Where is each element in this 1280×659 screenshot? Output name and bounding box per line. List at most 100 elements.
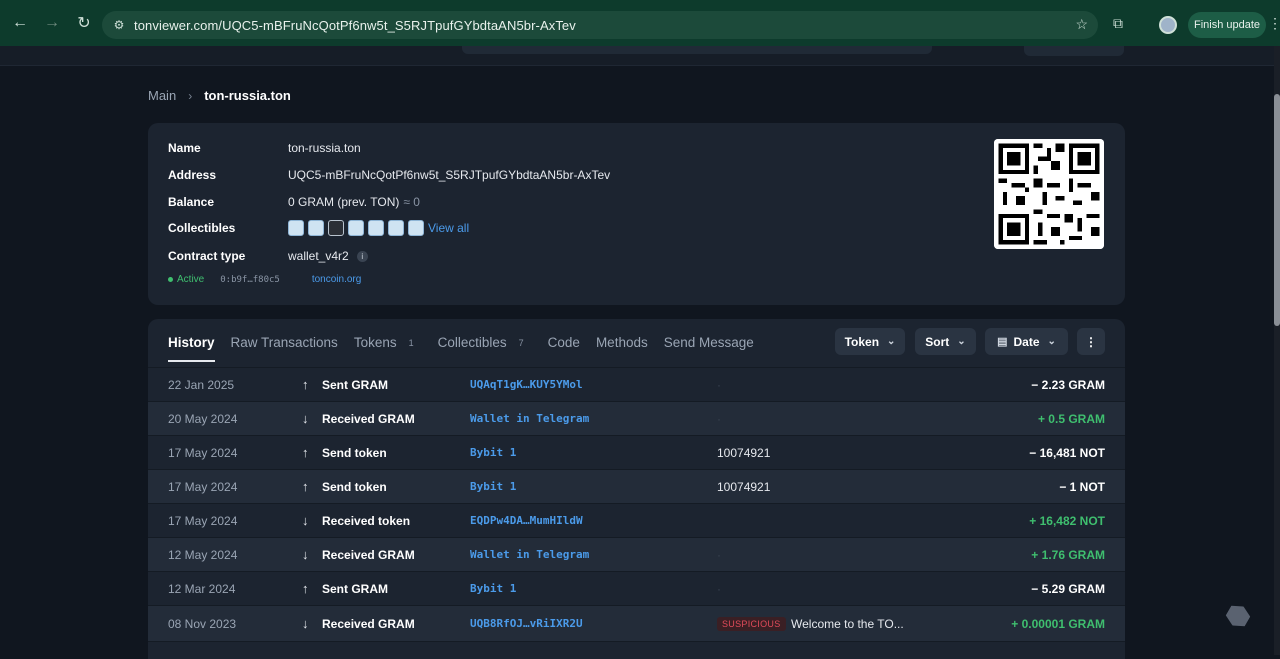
table-row[interactable] [148,641,1125,659]
table-row[interactable]: 12 Mar 2024 ↑ Sent GRAM Bybit 1 · − 5.29… [148,571,1125,605]
sort-label: Sort [925,334,950,349]
search-bar-edge[interactable] [462,46,932,54]
collectible-thumbnail[interactable] [388,220,404,236]
table-row[interactable]: 22 Jan 2025 ↑ Sent GRAM UQAqT1gK…KUY5YMo… [148,367,1125,401]
tab-count: 1 [408,337,414,348]
collectible-thumbnail[interactable] [348,220,364,236]
table-row[interactable]: 17 May 2024 ↑ Send token Bybit 1 1007492… [148,435,1125,469]
tx-address[interactable]: Bybit 1 [470,446,516,459]
name-value[interactable]: ton-russia.ton [288,141,361,155]
qr-code[interactable] [994,139,1104,249]
date-filter-button[interactable]: ▤ Date ⌄ [985,328,1068,355]
arrow-up-icon: ↑ [302,479,309,494]
chevron-down-icon: ⌄ [887,336,896,347]
tx-action: Send token [322,445,387,460]
status-line: Active 0:b9f…f80c5 toncoin.org [168,274,361,285]
browser-menu-icon[interactable]: ⋮ [1268,15,1280,32]
arrow-up-icon: ↑ [302,581,309,596]
tx-amount: − 2.23 GRAM [1031,377,1105,392]
tx-empty-comment: · [717,411,721,426]
tab-code[interactable]: Code [548,335,580,350]
tx-comment: Welcome to the TO... [791,616,904,631]
back-icon[interactable]: ← [6,9,34,37]
tx-address[interactable]: Bybit 1 [470,480,516,493]
url-text[interactable]: tonviewer.com/UQC5-mBFruNcQotPf6nw5t_S5R… [134,18,576,33]
toncoin-link[interactable]: toncoin.org [312,274,361,285]
tx-date: 17 May 2024 [168,479,238,494]
tx-date: 08 Nov 2023 [168,616,237,631]
collectibles-row: Collectibles View all [168,220,469,236]
table-row[interactable]: 20 May 2024 ↓ Received GRAM Wallet in Te… [148,401,1125,435]
header-button-edge[interactable] [1024,46,1124,56]
collectible-thumbnail[interactable] [308,220,324,236]
tab-tokens[interactable]: Tokens 1 [354,335,414,350]
tab-label: Code [547,335,580,350]
tx-address[interactable]: EQDPw4DA…MumHIldW [470,514,583,527]
tx-amount: + 1.76 GRAM [1031,547,1105,562]
table-row[interactable]: 17 May 2024 ↓ Received token EQDPw4DA…Mu… [148,503,1125,537]
tx-action: Sent GRAM [322,377,388,392]
tab-bar: History Raw Transactions Tokens 1 Collect… [168,335,770,362]
name-row: Name ton-russia.ton [168,141,361,155]
profile-avatar[interactable] [1159,16,1177,34]
balance-value: 0 GRAM (prev. TON) [288,195,400,209]
address-row: Address UQC5-mBFruNcQotPf6nw5t_S5RJTpufG… [168,168,610,182]
tab-collectibles[interactable]: Collectibles 7 [438,335,524,350]
info-icon[interactable]: i [356,250,368,262]
tx-action: Received token [322,513,411,528]
arrow-up-icon: ↑ [302,445,309,460]
more-options-button[interactable]: ⋮ [1077,328,1105,355]
tx-action: Sent GRAM [322,581,388,596]
collectibles-label: Collectibles [168,221,236,235]
table-row[interactable]: 08 Nov 2023 ↓ Received GRAM UQB8RfOJ…vRi… [148,605,1125,641]
collectible-thumbnail[interactable] [368,220,384,236]
token-filter-button[interactable]: Token ⌄ [835,328,905,355]
table-row[interactable]: 12 May 2024 ↓ Received GRAM Wallet in Te… [148,537,1125,571]
collectible-thumbnail[interactable] [408,220,424,236]
account-card: Name ton-russia.ton Address UQC5-mBFruNc… [148,123,1125,305]
table-row[interactable]: 17 May 2024 ↑ Send token Bybit 1 1007492… [148,469,1125,503]
extensions-icon[interactable]: ⧉ [1113,15,1131,33]
tab-send-message[interactable]: Send Message [664,335,754,350]
status-badge: Active [177,274,205,285]
tx-action: Received GRAM [322,411,415,426]
tab-label: Send Message [663,335,754,350]
address-label: Address [168,168,217,182]
tx-comment: 10074921 [717,479,771,494]
floating-cube-icon[interactable] [1223,601,1253,631]
tab-history[interactable]: History [168,335,215,362]
tx-empty-comment: · [717,377,721,392]
balance-approx: ≈ 0 [403,195,420,209]
bookmark-star-icon[interactable]: ☆ [1075,16,1088,33]
tab-raw-transactions[interactable]: Raw Transactions [231,335,338,350]
balance-label: Balance [168,195,215,209]
scrollbar-thumb[interactable] [1274,94,1280,326]
address-value[interactable]: UQC5-mBFruNcQotPf6nw5t_S5RJTpufGYbdtaAN5… [288,168,610,182]
sort-button[interactable]: Sort ⌄ [915,328,976,355]
forward-icon[interactable]: → [38,9,66,37]
tx-date: 22 Jan 2025 [168,377,235,392]
tx-action: Send token [322,479,387,494]
tx-address[interactable]: UQB8RfOJ…vRiIXR2U [470,617,583,630]
token-filter-label: Token [844,334,880,349]
reload-icon[interactable]: ↻ [70,9,98,37]
tx-address[interactable]: Bybit 1 [470,582,516,595]
tx-address[interactable]: UQAqT1gK…KUY5YMol [470,378,583,391]
suspicious-badge: SUSPICIOUS [717,616,786,631]
raw-address[interactable]: 0:b9f…f80c5 [220,275,280,285]
tx-address[interactable]: Wallet in Telegram [470,548,589,561]
site-settings-icon[interactable]: ⚙ [110,16,128,34]
tx-address[interactable]: Wallet in Telegram [470,412,589,425]
tx-empty-comment: · [717,581,721,596]
tab-methods[interactable]: Methods [596,335,648,350]
address-bar[interactable]: ⚙ tonviewer.com/UQC5-mBFruNcQotPf6nw5t_S… [102,11,1098,39]
tab-label: Collectibles [437,335,507,350]
finish-update-button[interactable]: Finish update [1188,12,1266,38]
tx-amount: − 5.29 GRAM [1031,581,1105,596]
collectible-thumbnail[interactable] [328,220,344,236]
breadcrumb-main-link[interactable]: Main [148,88,176,103]
contract-label: Contract type [168,249,246,263]
tx-amount: + 0.00001 GRAM [1011,616,1105,631]
view-all-link[interactable]: View all [428,221,469,235]
collectible-thumbnail[interactable] [288,220,304,236]
